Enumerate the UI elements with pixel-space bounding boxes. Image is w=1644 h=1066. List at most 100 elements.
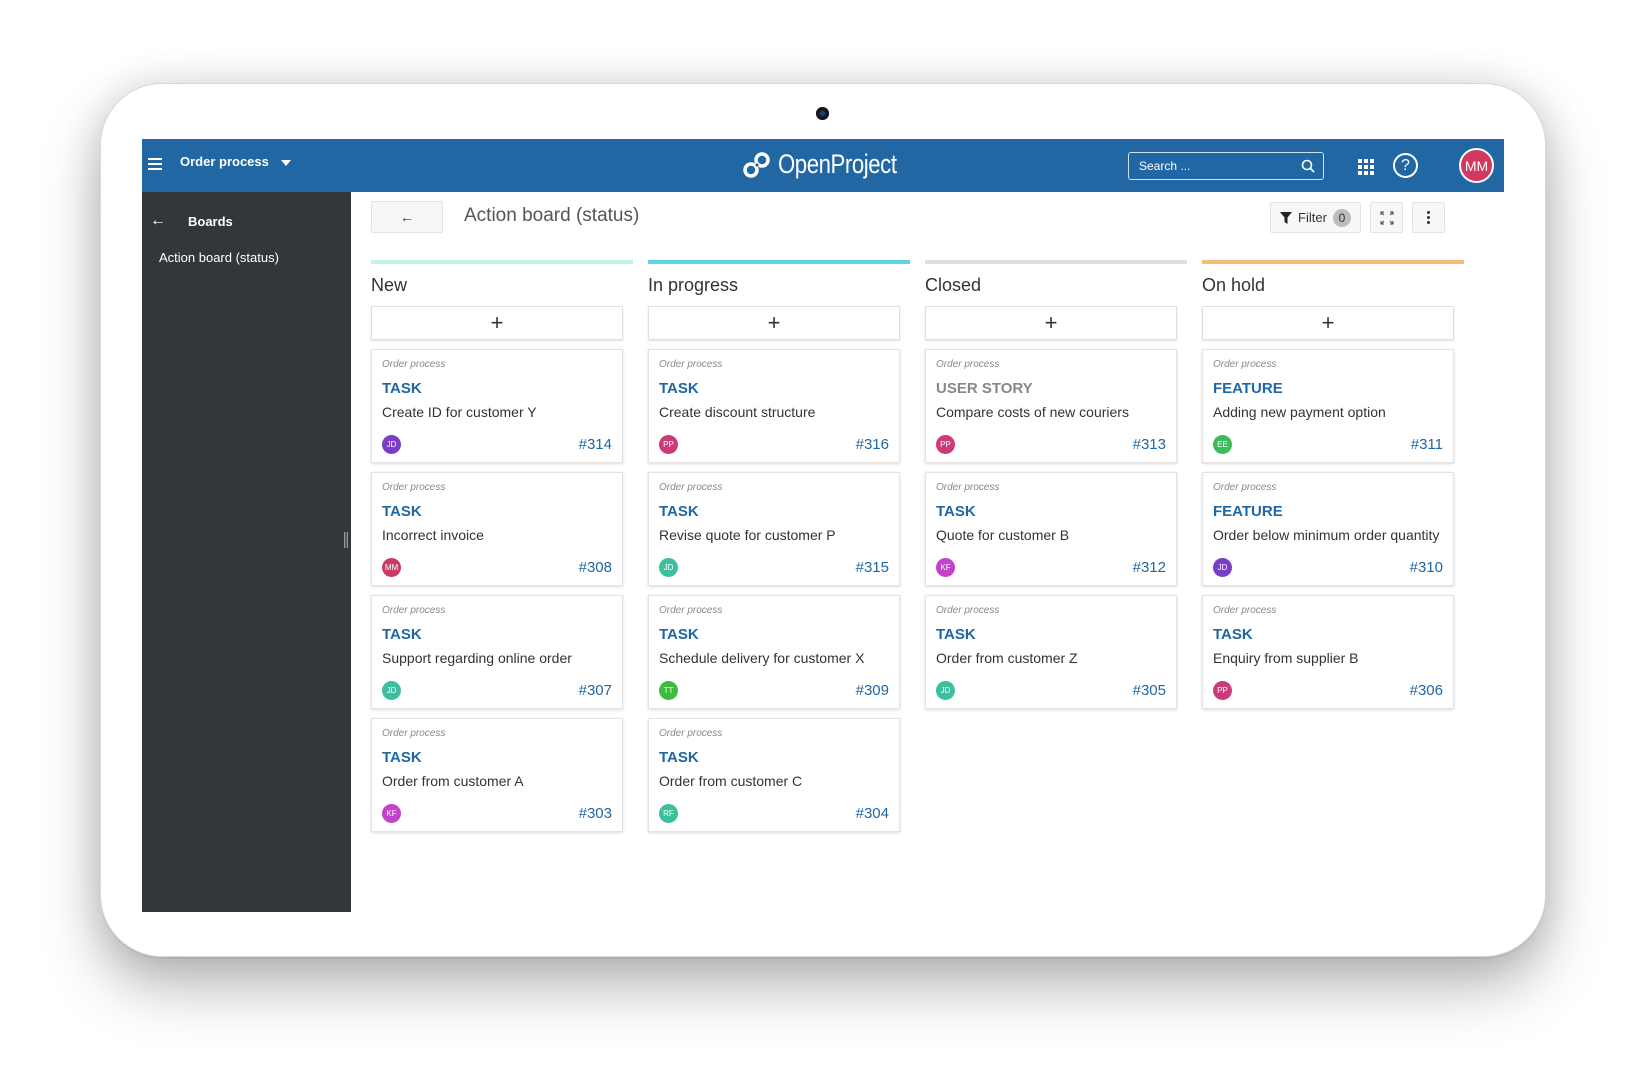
column-title[interactable]: New: [371, 275, 633, 301]
board-column: New + Order process TASK Create ID for custo…: [371, 260, 633, 832]
card-id-link[interactable]: #307: [579, 682, 612, 699]
sidebar-item-action-board[interactable]: Action board (status): [159, 250, 279, 265]
hamburger-menu-icon[interactable]: [148, 158, 162, 172]
card-id-link[interactable]: #308: [579, 559, 612, 576]
card-type: USER STORY: [936, 380, 1033, 397]
card-footer: JD #315: [659, 557, 889, 577]
project-selector[interactable]: Order process: [180, 154, 291, 169]
help-icon[interactable]: ?: [1393, 153, 1418, 178]
column-status-bar: [1202, 260, 1464, 264]
card-id-link[interactable]: #313: [1133, 436, 1166, 453]
card-project: Order process: [1213, 359, 1277, 370]
user-avatar[interactable]: MM: [1459, 148, 1494, 183]
assignee-avatar[interactable]: JD: [382, 434, 401, 454]
work-package-card[interactable]: Order process TASK Quote for customer B KF #…: [925, 472, 1177, 586]
assignee-avatar[interactable]: EE: [1213, 434, 1232, 454]
assignee-avatar[interactable]: PP: [936, 434, 955, 454]
card-project: Order process: [382, 728, 446, 739]
work-package-card[interactable]: Order process TASK Schedule delivery for c…: [648, 595, 900, 709]
app-screen: Order process OpenProject Search ... ? M…: [142, 139, 1504, 912]
assignee-avatar[interactable]: KF: [382, 803, 401, 823]
sidebar-back-link[interactable]: ← Boards: [150, 212, 233, 230]
card-type: TASK: [936, 626, 976, 643]
sidebar-resize-handle[interactable]: [344, 532, 348, 548]
work-package-card[interactable]: Order process TASK Support regarding onlin…: [371, 595, 623, 709]
assignee-avatar[interactable]: RF: [659, 803, 678, 823]
card-type: FEATURE: [1213, 380, 1283, 397]
card-id-link[interactable]: #311: [1411, 436, 1443, 453]
card-subject: Enquiry from supplier B: [1213, 650, 1359, 666]
dot: [1427, 216, 1430, 219]
filter-label: Filter: [1298, 210, 1327, 225]
work-package-card[interactable]: Order process TASK Order from customer C RF…: [648, 718, 900, 832]
assignee-avatar[interactable]: PP: [1213, 680, 1232, 700]
card-id-link[interactable]: #306: [1410, 682, 1443, 699]
card-type: TASK: [382, 503, 422, 520]
card-footer: RF #304: [659, 803, 889, 823]
card-id-link[interactable]: #315: [856, 559, 889, 576]
device-mockup: Order process OpenProject Search ... ? M…: [0, 0, 1644, 1066]
search-icon[interactable]: [1301, 159, 1315, 173]
assignee-avatar[interactable]: JD: [1213, 557, 1232, 577]
work-package-card[interactable]: Order process TASK Incorrect invoice MM #308: [371, 472, 623, 586]
modules-grid-icon[interactable]: [1358, 159, 1374, 175]
card-id-link[interactable]: #309: [856, 682, 889, 699]
card-subject: Support regarding online order: [382, 650, 572, 666]
search-box[interactable]: [1128, 152, 1324, 180]
add-card-button[interactable]: +: [1202, 306, 1454, 340]
column-title[interactable]: In progress: [648, 275, 910, 301]
card-subject: Order from customer Z: [936, 650, 1078, 666]
fullscreen-button[interactable]: [1370, 202, 1403, 233]
assignee-avatar[interactable]: JD: [382, 680, 401, 700]
card-footer: JD #310: [1213, 557, 1443, 577]
more-options-button[interactable]: [1412, 202, 1445, 233]
work-package-card[interactable]: Order process TASK Enquiry from supplier B…: [1202, 595, 1454, 709]
add-card-button[interactable]: +: [371, 306, 623, 340]
card-footer: KF #303: [382, 803, 612, 823]
column-title[interactable]: On hold: [1202, 275, 1464, 301]
card-id-link[interactable]: #314: [579, 436, 612, 453]
column-title[interactable]: Closed: [925, 275, 1187, 301]
card-id-link[interactable]: #310: [1410, 559, 1443, 576]
card-id-link[interactable]: #316: [856, 436, 889, 453]
card-subject: Compare costs of new couriers: [936, 404, 1129, 420]
arrow-left-icon: ←: [150, 212, 166, 229]
work-package-card[interactable]: Order process TASK Revise quote for custom…: [648, 472, 900, 586]
board-column: On hold + Order process FEATURE Adding new p…: [1202, 260, 1464, 709]
card-id-link[interactable]: #305: [1133, 682, 1166, 699]
card-type: TASK: [382, 749, 422, 766]
work-package-card[interactable]: Order process TASK Create ID for customer …: [371, 349, 623, 463]
top-header: Order process OpenProject Search ... ? M…: [142, 139, 1504, 192]
search-input[interactable]: [1139, 159, 1299, 173]
column-status-bar: [925, 260, 1187, 264]
card-id-link[interactable]: #304: [856, 805, 889, 822]
work-package-card[interactable]: Order process TASK Create discount structu…: [648, 349, 900, 463]
assignee-avatar[interactable]: MM: [382, 557, 401, 577]
work-package-card[interactable]: Order process FEATURE Adding new payment o…: [1202, 349, 1454, 463]
work-package-card[interactable]: Order process USER STORY Compare costs of …: [925, 349, 1177, 463]
card-project: Order process: [659, 482, 723, 493]
work-package-card[interactable]: Order process FEATURE Order below minimum …: [1202, 472, 1454, 586]
assignee-avatar[interactable]: JD: [659, 557, 678, 577]
assignee-avatar[interactable]: KF: [936, 557, 955, 577]
assignee-avatar[interactable]: PP: [659, 434, 678, 454]
back-button[interactable]: ←: [371, 201, 443, 233]
card-type: TASK: [936, 503, 976, 520]
card-footer: JD #305: [936, 680, 1166, 700]
add-card-button[interactable]: +: [925, 306, 1177, 340]
card-project: Order process: [659, 605, 723, 616]
card-project: Order process: [382, 359, 446, 370]
filter-count-badge: 0: [1332, 208, 1351, 227]
card-id-link[interactable]: #303: [579, 805, 612, 822]
card-subject: Order below minimum order quantity: [1213, 527, 1440, 543]
card-id-link[interactable]: #312: [1133, 559, 1166, 576]
card-type: TASK: [1213, 626, 1253, 643]
assignee-avatar[interactable]: TT: [659, 680, 678, 700]
card-footer: PP #306: [1213, 680, 1443, 700]
openproject-logo[interactable]: OpenProject: [742, 149, 923, 180]
work-package-card[interactable]: Order process TASK Order from customer Z JD…: [925, 595, 1177, 709]
assignee-avatar[interactable]: JD: [936, 680, 955, 700]
work-package-card[interactable]: Order process TASK Order from customer A KF…: [371, 718, 623, 832]
add-card-button[interactable]: +: [648, 306, 900, 340]
filter-button[interactable]: Filter 0: [1270, 202, 1361, 233]
